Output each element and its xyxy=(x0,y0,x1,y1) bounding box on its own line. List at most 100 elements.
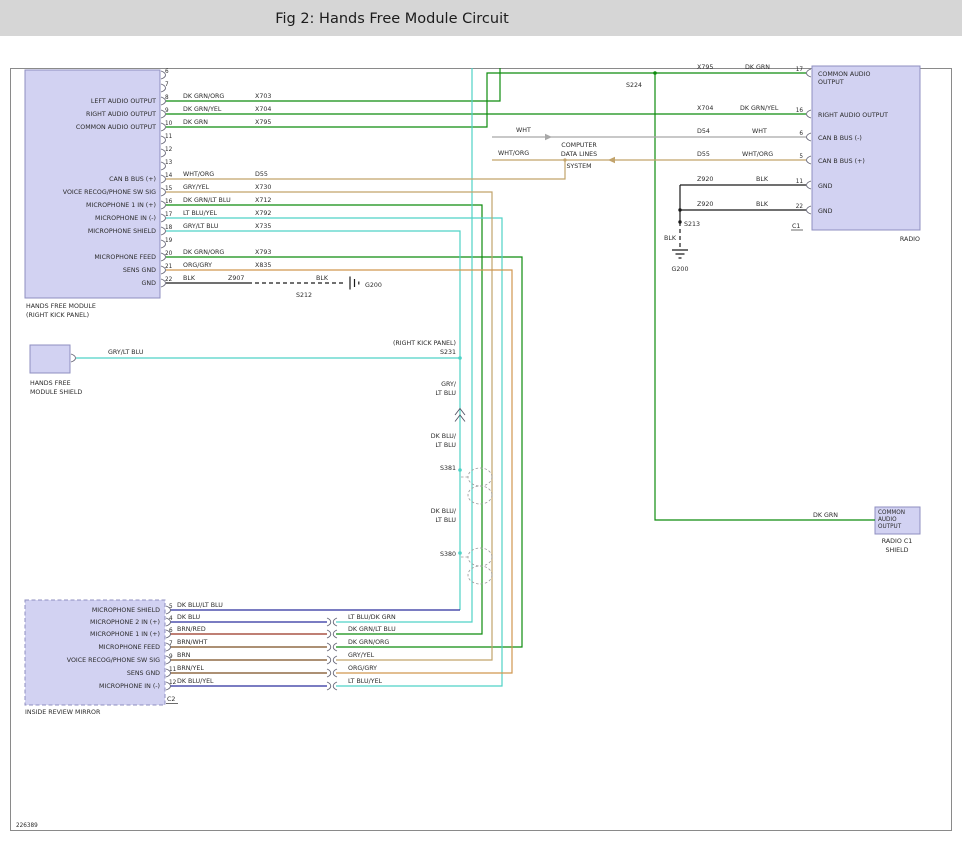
wire-color-label: LT BLU/DK GRN xyxy=(348,614,396,621)
wire-color-label: BRN/RED xyxy=(177,626,206,633)
wire-color-label: DK GRN xyxy=(745,64,770,71)
wire-color-label: DK BLU/ xyxy=(431,508,457,515)
wire-color-label: LT BLU xyxy=(435,390,456,397)
location-label: (RIGHT KICK PANEL) xyxy=(393,340,456,347)
component-label: COMMON xyxy=(878,510,905,516)
component-label: RIGHT AUDIO OUTPUT xyxy=(818,112,888,119)
splice-d55-dot xyxy=(563,158,566,161)
pin-number: 10 xyxy=(165,121,173,127)
connector-label: C2 xyxy=(167,696,175,703)
pin-number: 17 xyxy=(796,67,804,73)
component-label: COMMON AUDIO xyxy=(818,71,871,78)
component-label: MICROPHONE 1 IN (+) xyxy=(90,631,160,638)
wire-color-label: BLK xyxy=(183,275,196,282)
wire-color-label: DK BLU/YEL xyxy=(177,678,214,685)
wire-x730-voice-recog xyxy=(166,192,492,660)
ground-g200-icon xyxy=(672,250,688,258)
shield-pin-bracket xyxy=(71,354,76,362)
wire-circuit-label: X704 xyxy=(255,106,271,113)
wire-color-label: BLK xyxy=(756,201,769,208)
pin-number: 14 xyxy=(165,173,173,179)
wire-circuit-label: D54 xyxy=(697,128,710,135)
wire-x793-mic-feed xyxy=(166,257,522,647)
pin-number: 8 xyxy=(165,95,169,101)
wire-color-label: BLK xyxy=(664,235,677,242)
wire-color-label: DK GRN/ORG xyxy=(183,93,224,100)
component-label: OUTPUT xyxy=(878,524,902,530)
wire-circuit-label: X795 xyxy=(697,64,713,71)
pin-number: 5 xyxy=(169,604,173,610)
ground-label: G200 xyxy=(365,282,382,289)
wire-color-label: BRN/YEL xyxy=(177,665,204,672)
wire-color-label: BRN/WHT xyxy=(177,639,207,646)
wire-circuit-label: X704 xyxy=(697,105,713,112)
component-label: SENS GND xyxy=(127,670,160,677)
wire-circuit-label: X730 xyxy=(255,184,271,191)
component-label: LEFT AUDIO OUTPUT xyxy=(91,98,156,105)
pin-number: 6 xyxy=(169,628,173,634)
splice-label: S231 xyxy=(440,349,456,356)
component-label: MICROPHONE IN (-) xyxy=(95,215,156,222)
wire-circuit-label: Z920 xyxy=(697,176,713,183)
pin-number: 21 xyxy=(165,264,173,270)
wire-color-label: WHT/ORG xyxy=(183,171,214,178)
component-label: VOICE RECOG/PHONE SW SIG xyxy=(67,657,160,664)
wire-color-label: DK GRN xyxy=(183,119,208,126)
hands-free-module-shield-box xyxy=(30,345,70,373)
splice-s224-dot xyxy=(653,71,657,75)
component-label: OUTPUT xyxy=(818,79,844,86)
component-label: CAN B BUS (+) xyxy=(109,176,156,183)
wire-circuit-label: X795 xyxy=(255,119,271,126)
wire-color-label: LT BLU xyxy=(435,517,456,524)
splice-s213-dot xyxy=(678,220,681,223)
wire-x712-mic1 xyxy=(166,205,482,634)
wire-circuit-label: X703 xyxy=(255,93,271,100)
wire-color-label: BLK xyxy=(316,275,329,282)
bus-arrow-icon xyxy=(545,134,552,140)
wire-color-label: WHT xyxy=(752,128,767,135)
pin-number: 13 xyxy=(165,160,173,166)
pin-number: 5 xyxy=(799,154,803,160)
diagram-ref: 226389 xyxy=(16,823,38,829)
pin-number: 6 xyxy=(799,131,803,137)
wire-color-label: WHT/ORG xyxy=(498,150,529,157)
component-name: RADIO xyxy=(900,236,920,243)
component-label: GND xyxy=(818,183,833,190)
wire-circuit-label: X793 xyxy=(255,249,271,256)
splice-label: S224 xyxy=(626,82,642,89)
pin-number: 11 xyxy=(796,179,804,185)
component-label: MICROPHONE 1 IN (+) xyxy=(86,202,156,209)
wire-circuit-label: X792 xyxy=(255,210,271,217)
splice-s231-dot xyxy=(458,356,462,360)
pin-number: 18 xyxy=(165,225,173,231)
pin-number: 15 xyxy=(165,186,173,192)
component-label: MICROPHONE IN (-) xyxy=(99,683,160,690)
wire-color-label: GRY/LT BLU xyxy=(183,223,219,230)
pin-number: 19 xyxy=(165,238,173,244)
component-label: MICROPHONE SHIELD xyxy=(88,228,156,235)
pin-number: 22 xyxy=(796,204,804,210)
component-label: MICROPHONE SHIELD xyxy=(92,607,160,614)
ground-g200-icon xyxy=(350,277,359,290)
wire-d55-module-branch xyxy=(166,160,565,179)
wire-color-label: ORG/GRY xyxy=(348,665,377,672)
wire-x792-mic-in xyxy=(166,218,502,686)
radio-box xyxy=(812,66,920,230)
wire-color-label: LT BLU/YEL xyxy=(183,210,218,217)
pin-number: 12 xyxy=(169,680,177,686)
component-label: AUDIO xyxy=(878,517,897,523)
component-label: RIGHT AUDIO OUTPUT xyxy=(86,111,156,118)
pin-number: 16 xyxy=(796,108,804,114)
ground-label: G200 xyxy=(672,266,689,273)
wire-shield-chain xyxy=(166,231,460,610)
component-name: SHIELD xyxy=(886,547,909,554)
component-label: CAN B BUS (+) xyxy=(818,158,865,165)
wire-color-label: DK GRN/LT BLU xyxy=(183,197,231,204)
wire-color-label: GRY/LT BLU xyxy=(108,349,144,356)
component-label: GND xyxy=(142,280,157,287)
wire-circuit-label: X835 xyxy=(255,262,271,269)
wire-color-label: DK BLU/LT BLU xyxy=(177,602,223,609)
pin-number: 4 xyxy=(169,616,173,622)
system-label: DATA LINES xyxy=(561,151,597,158)
component-name: HANDS FREE MODULE xyxy=(26,303,96,310)
